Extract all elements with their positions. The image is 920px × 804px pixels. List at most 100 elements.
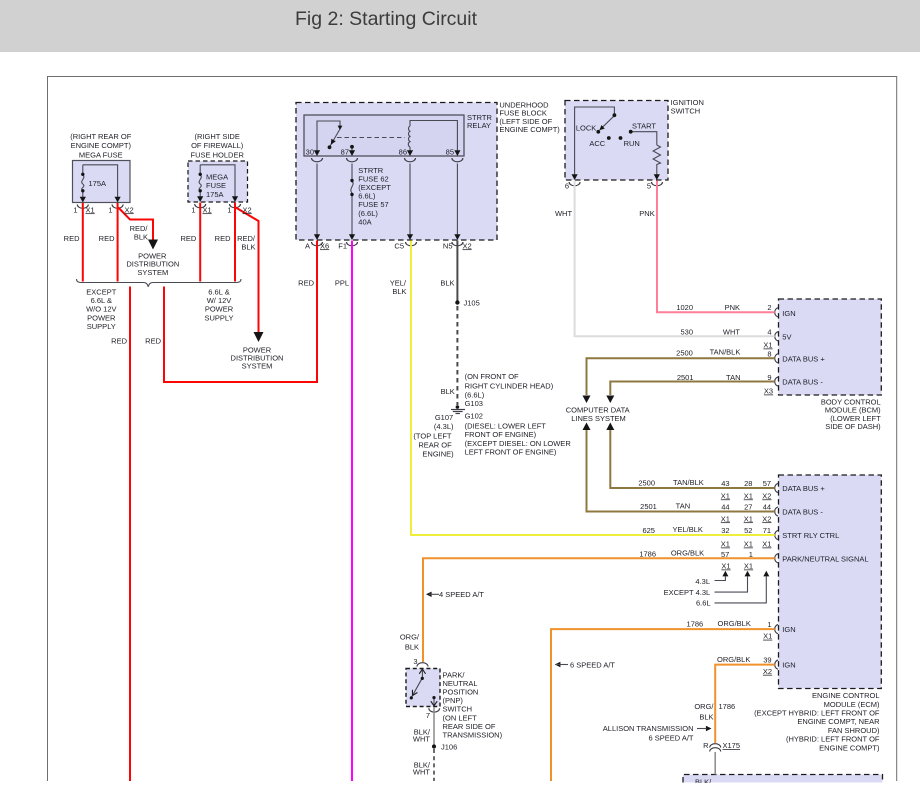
svg-text:BLK: BLK — [134, 233, 148, 242]
svg-text:SYSTEM: SYSTEM — [242, 362, 273, 371]
svg-text:57: 57 — [763, 479, 771, 488]
svg-text:DATA BUS -: DATA BUS - — [782, 508, 823, 517]
svg-text:ORG/: ORG/ — [400, 633, 420, 642]
svg-text:FUSE HOLDER: FUSE HOLDER — [191, 150, 245, 159]
svg-text:7: 7 — [426, 711, 430, 720]
svg-text:X1: X1 — [744, 514, 753, 523]
svg-text:3: 3 — [413, 657, 417, 666]
svg-text:BLK: BLK — [440, 279, 454, 288]
svg-text:X1: X1 — [721, 491, 730, 500]
svg-text:ENGINE CONTROL: ENGINE CONTROL — [812, 691, 880, 700]
svg-text:G107: G107 — [435, 413, 453, 422]
svg-text:RUN: RUN — [624, 139, 640, 148]
svg-text:52: 52 — [744, 526, 752, 535]
svg-text:30: 30 — [306, 147, 314, 156]
svg-text:2500: 2500 — [676, 348, 693, 357]
svg-text:LEFT FRONT OF ENGINE): LEFT FRONT OF ENGINE) — [465, 448, 557, 457]
svg-text:X1: X1 — [763, 341, 772, 350]
svg-text:BLK: BLK — [392, 287, 406, 296]
svg-text:X1: X1 — [721, 540, 730, 549]
svg-text:1: 1 — [73, 205, 77, 214]
svg-text:SUPPLY: SUPPLY — [87, 322, 116, 331]
svg-text:6 SPEED A/T: 6 SPEED A/T — [570, 661, 615, 670]
svg-text:1: 1 — [108, 205, 112, 214]
svg-text:STRT RLY CTRL: STRT RLY CTRL — [782, 531, 839, 540]
svg-text:71: 71 — [763, 526, 771, 535]
svg-text:X2: X2 — [125, 205, 134, 214]
svg-text:X3: X3 — [764, 387, 773, 396]
svg-text:RED/: RED/ — [130, 224, 149, 233]
svg-text:MEGA FUSE: MEGA FUSE — [79, 150, 123, 159]
svg-text:F1: F1 — [338, 241, 347, 250]
svg-text:Fig 2: Starting Circuit: Fig 2: Starting Circuit — [295, 8, 478, 30]
svg-text:G102: G102 — [465, 412, 483, 421]
svg-text:PPL: PPL — [335, 279, 349, 288]
svg-text:J106: J106 — [441, 742, 457, 751]
svg-text:RIGHT CYLINDER HEAD): RIGHT CYLINDER HEAD) — [465, 382, 554, 391]
svg-text:625: 625 — [642, 526, 655, 535]
svg-text:ENGINE COMPT): ENGINE COMPT) — [499, 125, 560, 134]
svg-text:WHT: WHT — [413, 768, 430, 777]
svg-text:IGN: IGN — [782, 625, 795, 634]
svg-text:6.6L &: 6.6L & — [208, 287, 229, 296]
svg-text:X2: X2 — [762, 491, 771, 500]
svg-text:IGN: IGN — [782, 309, 795, 318]
svg-text:MODULE (ECM): MODULE (ECM) — [824, 700, 880, 709]
svg-text:(HYBRID: LEFT FRONT OF: (HYBRID: LEFT FRONT OF — [786, 735, 880, 744]
svg-text:START: START — [632, 122, 656, 131]
svg-text:ENGINE COMPT): ENGINE COMPT) — [71, 141, 132, 150]
svg-text:ENGINE COMPT): ENGINE COMPT) — [819, 743, 880, 752]
svg-text:1786: 1786 — [639, 549, 656, 558]
svg-text:X6: X6 — [320, 241, 329, 250]
svg-text:(EXCEPT HYBRID: LEFT FRONT OF: (EXCEPT HYBRID: LEFT FRONT OF — [754, 709, 880, 718]
svg-text:J105: J105 — [464, 299, 480, 308]
svg-text:WHT: WHT — [555, 209, 572, 218]
svg-text:175A: 175A — [89, 179, 107, 188]
svg-text:OF FIREWALL): OF FIREWALL) — [191, 141, 244, 150]
svg-text:TAN: TAN — [676, 501, 690, 510]
svg-text:44: 44 — [721, 502, 729, 511]
svg-text:1: 1 — [227, 205, 231, 214]
svg-text:DATA BUS +: DATA BUS + — [782, 484, 825, 493]
svg-text:COMPUTER DATA: COMPUTER DATA — [566, 405, 630, 414]
svg-text:6: 6 — [565, 182, 569, 191]
svg-text:2501: 2501 — [677, 373, 694, 382]
svg-text:1: 1 — [749, 550, 753, 559]
svg-text:SUPPLY: SUPPLY — [204, 313, 233, 322]
svg-text:4 SPEED A/T: 4 SPEED A/T — [439, 590, 484, 599]
svg-text:(ON FRONT OF: (ON FRONT OF — [465, 372, 519, 381]
svg-text:IGN: IGN — [782, 661, 795, 670]
svg-text:MEGA: MEGA — [206, 173, 228, 182]
svg-text:X1: X1 — [721, 514, 730, 523]
svg-text:FUSE: FUSE — [206, 181, 226, 190]
svg-text:REAR OF: REAR OF — [418, 441, 452, 450]
svg-text:RED: RED — [111, 337, 127, 346]
svg-text:X2: X2 — [763, 667, 772, 676]
svg-text:ENGINE): ENGINE) — [422, 449, 454, 458]
svg-text:(RIGHT REAR OF: (RIGHT REAR OF — [70, 132, 132, 141]
svg-text:ORG/BLK: ORG/BLK — [718, 619, 751, 628]
svg-text:TAN/BLK: TAN/BLK — [673, 478, 704, 487]
svg-text:RELAY: RELAY — [467, 121, 491, 130]
svg-text:44: 44 — [763, 502, 771, 511]
svg-text:1: 1 — [191, 205, 195, 214]
svg-text:POWER: POWER — [87, 313, 116, 322]
svg-text:RED: RED — [64, 234, 80, 243]
svg-text:4.3L: 4.3L — [695, 577, 710, 586]
svg-text:86: 86 — [399, 147, 407, 156]
svg-text:PNK: PNK — [725, 303, 740, 312]
svg-text:ORG/: ORG/ — [694, 702, 714, 711]
svg-text:X175: X175 — [723, 741, 741, 750]
svg-text:X1: X1 — [744, 562, 753, 571]
svg-text:SIDE OF DASH): SIDE OF DASH) — [825, 422, 881, 431]
svg-text:RED: RED — [215, 234, 231, 243]
svg-text:1786: 1786 — [687, 620, 704, 629]
svg-text:PARK/NEUTRAL SIGNAL: PARK/NEUTRAL SIGNAL — [782, 554, 868, 563]
svg-text:FAN SHROUD): FAN SHROUD) — [828, 726, 880, 735]
svg-text:1020: 1020 — [676, 303, 693, 312]
svg-text:X2: X2 — [243, 205, 252, 214]
svg-text:RED: RED — [180, 234, 196, 243]
svg-text:85: 85 — [446, 147, 454, 156]
svg-text:X1: X1 — [744, 491, 753, 500]
svg-text:2500: 2500 — [638, 479, 655, 488]
